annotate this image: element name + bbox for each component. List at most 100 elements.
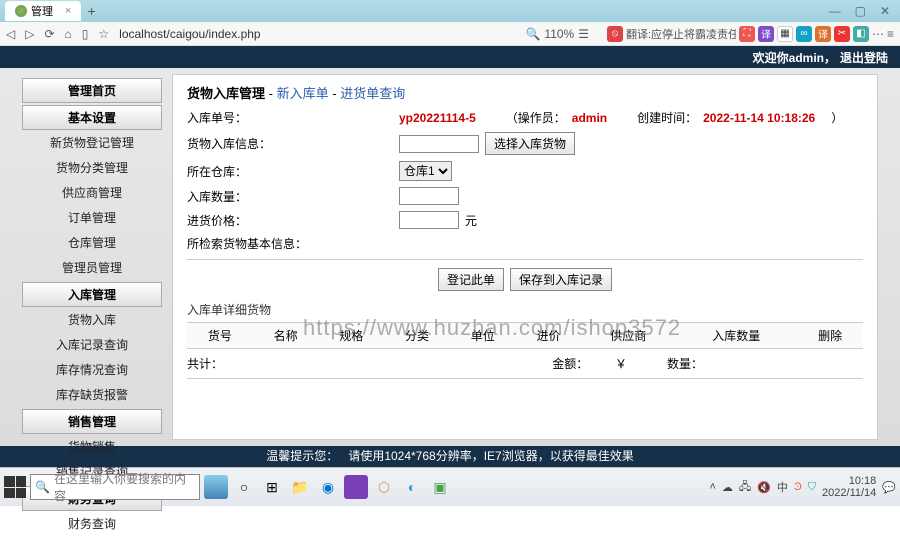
minimize-icon[interactable]: —: [829, 4, 841, 18]
app-header: 欢迎你admin， 退出登陆: [0, 46, 900, 68]
taskbar-app-1[interactable]: [204, 475, 228, 499]
sidebar-item[interactable]: 货物销售: [22, 434, 162, 459]
address-bar[interactable]: localhost/caigou/index.php: [119, 27, 260, 41]
tray-shield-icon[interactable]: ⛉: [808, 481, 816, 494]
detail-section-title: 入库单详细货物: [187, 295, 863, 322]
sidebar-header[interactable]: 基本设置: [22, 105, 162, 130]
taskbar-search[interactable]: 🔍 在这里输入你要搜索的内容: [30, 474, 200, 500]
select-goods-button[interactable]: 选择入库货物: [485, 132, 575, 155]
zoom-menu-icon[interactable]: ☰: [578, 27, 589, 41]
sidebar-item[interactable]: 货物入库: [22, 307, 162, 332]
ext-icon-7[interactable]: ◧: [853, 26, 869, 42]
sidebar-item[interactable]: 仓库管理: [22, 230, 162, 255]
ext-icon-2[interactable]: 译: [758, 26, 774, 42]
taskview-icon[interactable]: ⊞: [260, 475, 284, 499]
sidebar-item[interactable]: 货物分类管理: [22, 155, 162, 180]
table-header: 进价: [516, 323, 582, 349]
sidebar-item[interactable]: 入库记录查询: [22, 332, 162, 357]
search-placeholder: 在这里输入你要搜索的内容: [54, 470, 195, 504]
tray-onedrive-icon[interactable]: ☁: [722, 481, 733, 494]
ext-icon-1[interactable]: ⛶: [739, 26, 755, 42]
register-button[interactable]: 登记此单: [438, 268, 504, 291]
system-tray: ˄ ☁ 🖧 🔇 中 Ͽ ⛉ 10:18 2022/11/14 💬: [709, 475, 896, 499]
main-area: 管理首页基本设置新货物登记管理货物分类管理供应商管理订单管理仓库管理管理员管理入…: [0, 68, 900, 446]
maximize-icon[interactable]: ▢: [855, 4, 866, 18]
sidebar-item[interactable]: 管理员管理: [22, 255, 162, 280]
detail-table: 货号名称规格分类单位进价供应商入库数量删除: [187, 322, 863, 349]
zoom-search-icon[interactable]: 🔍: [525, 27, 540, 41]
summary-row: 共计： 金额： ￥ 数量：: [187, 349, 863, 379]
ext-icon-6[interactable]: ✂: [834, 26, 850, 42]
tray-ime-icon[interactable]: 中: [777, 479, 788, 495]
home-icon[interactable]: ⌂: [65, 27, 72, 41]
app-icon-4[interactable]: ▣: [428, 475, 452, 499]
save-record-button[interactable]: 保存到入库记录: [510, 268, 612, 291]
warehouse-label: 所在仓库：: [187, 163, 287, 180]
new-tab-button[interactable]: +: [87, 3, 95, 19]
browser-tab[interactable]: 管理 ×: [5, 1, 81, 21]
sidebar-header[interactable]: 管理首页: [22, 78, 162, 103]
edge-icon[interactable]: ◉: [316, 475, 340, 499]
crumb-new-order[interactable]: 新入库单: [277, 86, 329, 101]
start-button[interactable]: [4, 476, 26, 498]
tray-volume-icon[interactable]: 🔇: [757, 481, 771, 494]
app-icon-1[interactable]: [344, 475, 368, 499]
table-header: 名称: [253, 323, 319, 349]
ext-icon-4[interactable]: ∞: [796, 26, 812, 42]
ext-icon-5[interactable]: 译: [815, 26, 831, 42]
more-ext-icon[interactable]: ⋯: [872, 27, 884, 41]
reader-icon[interactable]: ▯: [82, 27, 89, 41]
reload-icon[interactable]: ⟳: [44, 27, 54, 41]
taskbar-clock[interactable]: 10:18 2022/11/14: [822, 475, 876, 499]
ext-icon-3[interactable]: ▦: [777, 26, 793, 42]
close-paren: ）: [831, 109, 843, 126]
tray-network-icon[interactable]: 🖧: [739, 478, 751, 497]
total-label: 共计：: [187, 355, 247, 372]
price-label: 进货价格：: [187, 212, 287, 229]
operator-value: admin: [572, 111, 607, 125]
favorite-icon[interactable]: ☆: [98, 27, 109, 41]
table-header: 货号: [187, 323, 253, 349]
sidebar-header[interactable]: 入库管理: [22, 282, 162, 307]
sidebar-item[interactable]: 库存情况查询: [22, 357, 162, 382]
order-no-label: 入库单号：: [187, 109, 287, 126]
notifications-icon[interactable]: 💬: [882, 481, 896, 494]
sidebar-item[interactable]: 供应商管理: [22, 180, 162, 205]
block-ext-icon[interactable]: ⦸: [607, 26, 623, 42]
created-value: 2022-11-14 10:18:26: [703, 111, 815, 125]
window-controls: — ▢ ✕: [829, 4, 900, 18]
app-icon-3[interactable]: ◐: [400, 475, 424, 499]
operator-label: （操作员：: [506, 109, 566, 126]
price-input[interactable]: [399, 211, 459, 229]
crumb-query[interactable]: 进货单查询: [340, 86, 405, 101]
zoom-level: 110%: [544, 27, 574, 41]
table-header: 单位: [450, 323, 516, 349]
forward-icon[interactable]: ▷: [25, 27, 34, 41]
warehouse-select[interactable]: 仓库1: [399, 161, 452, 181]
logout-link[interactable]: 退出登陆: [840, 49, 888, 66]
close-icon[interactable]: ×: [65, 5, 71, 17]
table-header: 入库数量: [675, 323, 797, 349]
close-window-icon[interactable]: ✕: [880, 4, 890, 18]
sidebar-item[interactable]: 库存缺货报警: [22, 382, 162, 407]
cortana-icon[interactable]: ○: [232, 475, 256, 499]
tab-title: 管理: [31, 3, 53, 19]
tray-sync-icon[interactable]: Ͽ: [794, 481, 802, 493]
price-unit: 元: [465, 212, 477, 229]
back-icon[interactable]: ◁: [6, 27, 15, 41]
sidebar-item[interactable]: 新货物登记管理: [22, 130, 162, 155]
goods-info-input[interactable]: [399, 135, 479, 153]
sidebar-item[interactable]: 订单管理: [22, 205, 162, 230]
tab-favicon-icon: [15, 5, 27, 17]
goods-info-label: 货物入库信息：: [187, 135, 287, 152]
app-icon-2[interactable]: ⬡: [372, 475, 396, 499]
browser-titlebar: 管理 × + — ▢ ✕: [0, 0, 900, 22]
welcome-text: 欢迎你admin，: [753, 49, 836, 66]
tray-chevron-icon[interactable]: ˄: [709, 481, 715, 493]
menu-icon[interactable]: ≡: [887, 27, 894, 41]
qty-input[interactable]: [399, 187, 459, 205]
sidebar: 管理首页基本设置新货物登记管理货物分类管理供应商管理订单管理仓库管理管理员管理入…: [0, 68, 162, 446]
sidebar-header[interactable]: 销售管理: [22, 409, 162, 434]
sidebar-item[interactable]: 财务查询: [22, 511, 162, 536]
explorer-icon[interactable]: 📁: [288, 475, 312, 499]
